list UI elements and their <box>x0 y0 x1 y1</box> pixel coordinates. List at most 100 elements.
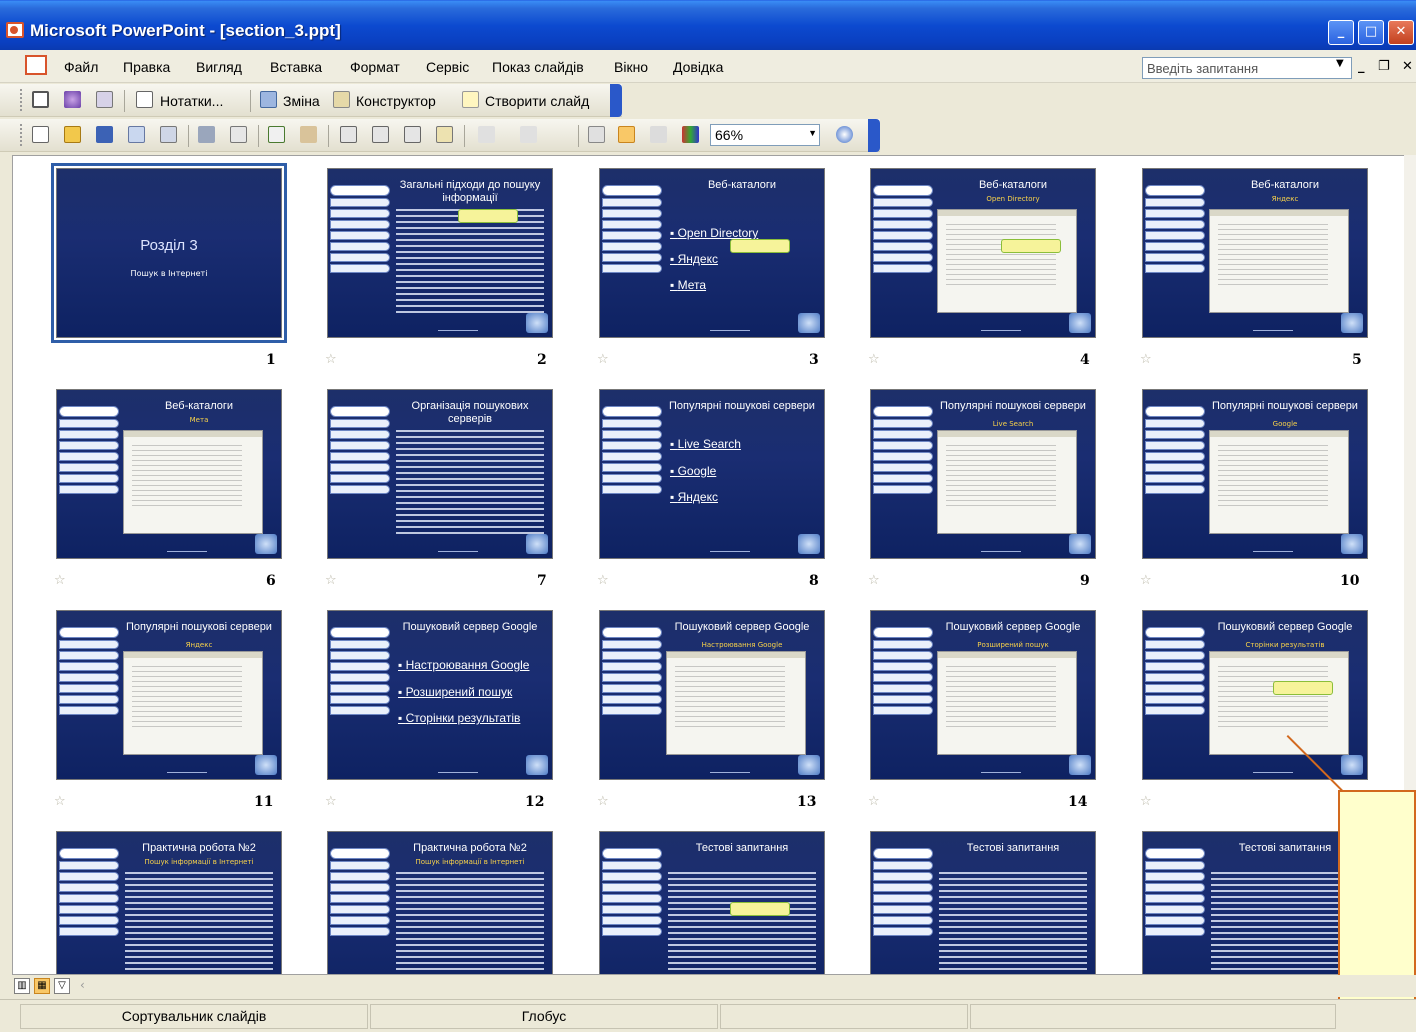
menu-window[interactable]: Вікно <box>614 59 648 75</box>
slide-thumbnail[interactable]: Популярні пошукові сервери Live Search Goo… <box>599 389 825 559</box>
normal-view-button[interactable]: ▥ <box>14 978 30 994</box>
slide-thumbnail[interactable]: Пошуковий сервер Google Настроювання Goog… <box>599 610 825 780</box>
help-dropdown-icon[interactable]: ▼ <box>1336 58 1344 69</box>
notes-icon[interactable] <box>136 91 153 108</box>
notes-button[interactable]: Нотатки... <box>160 93 223 109</box>
toolbar-options-icon[interactable] <box>868 119 880 152</box>
slide-thumbnail[interactable]: Веб-каталоги Open Directory <box>870 168 1096 338</box>
permission-icon[interactable] <box>128 126 145 143</box>
slide-thumbnail[interactable]: Пошуковий сервер Google Розширений пошук <box>870 610 1096 780</box>
help-icon[interactable] <box>836 126 853 143</box>
maximize-button[interactable]: □ <box>1358 20 1384 45</box>
print-icon[interactable] <box>198 126 215 143</box>
slide-thumbnail[interactable]: Тестові запитання <box>870 831 1096 974</box>
open-icon[interactable] <box>64 126 81 143</box>
menu-tools[interactable]: Сервіс <box>426 59 469 75</box>
slide-thumbnail[interactable]: Популярні пошукові сервери Live Search <box>870 389 1096 559</box>
transition-star-icon[interactable]: ☆ <box>868 573 880 588</box>
menu-view[interactable]: Вигляд <box>196 59 242 75</box>
slide-title: Популярні пошукові сервери <box>940 400 1086 412</box>
transition-star-icon[interactable]: ☆ <box>325 573 337 588</box>
show-formatting-icon[interactable] <box>618 126 635 143</box>
slide-sorter[interactable]: Розділ 3 Пошук в Інтернеті 1 Загальні підхо… <box>12 155 1416 975</box>
slide-thumbnail[interactable]: Популярні пошукові сервери Google <box>1142 389 1368 559</box>
transition-star-icon[interactable]: ☆ <box>868 794 880 809</box>
slide-title: Веб-каталоги <box>707 179 777 191</box>
transition-star-icon[interactable]: ☆ <box>1140 352 1152 367</box>
doc-close-button[interactable]: ✕ <box>1402 59 1413 74</box>
toolbar-grip[interactable] <box>20 89 23 111</box>
document-icon[interactable] <box>25 55 47 75</box>
email-icon[interactable] <box>160 126 177 143</box>
computer-icon <box>1069 755 1091 775</box>
transition-star-icon[interactable]: ☆ <box>1140 573 1152 588</box>
print-preview-icon[interactable] <box>230 126 247 143</box>
slide-layout-icon[interactable] <box>96 91 113 108</box>
menu-format[interactable]: Формат <box>350 59 400 75</box>
transition-button[interactable]: Зміна <box>283 93 320 109</box>
save-icon[interactable] <box>96 126 113 143</box>
slide-thumbnail[interactable]: Розділ 3 Пошук в Інтернеті <box>51 163 287 343</box>
slide-thumbnail[interactable]: Загальні підходи до пошуку інформації <box>327 168 553 338</box>
toolbar-grip[interactable] <box>20 124 23 146</box>
minimize-button[interactable]: _ <box>1328 20 1354 45</box>
slide-thumbnail[interactable]: Практична робота №2 Пошук інформації в Ін… <box>56 831 282 974</box>
transition-star-icon[interactable]: ☆ <box>597 352 609 367</box>
new-slide-button[interactable]: Створити слайд <box>485 93 589 109</box>
slide-thumbnail[interactable]: Пошуковий сервер Google Сторінки результа… <box>1142 610 1368 780</box>
color-grayscale-icon[interactable] <box>682 126 699 143</box>
slide-bullet: Мета <box>670 278 818 292</box>
color-scheme-icon[interactable] <box>64 91 81 108</box>
menu-edit[interactable]: Правка <box>123 59 170 75</box>
slide-thumbnail[interactable]: Організація пошукових серверів <box>327 389 553 559</box>
slide-thumbnail[interactable]: Веб-каталоги Яндекс <box>1142 168 1368 338</box>
title-bar[interactable]: Microsoft PowerPoint - [section_3.ppt] _… <box>0 0 1416 50</box>
redo-icon[interactable] <box>520 126 537 143</box>
slide-thumbnail[interactable]: Пошуковий сервер Google Настроювання Goog… <box>327 610 553 780</box>
doc-restore-button[interactable]: ❐ <box>1378 59 1390 74</box>
menu-file[interactable]: Файл <box>64 59 98 75</box>
design-button[interactable]: Конструктор <box>356 93 436 109</box>
spelling-icon[interactable] <box>268 126 285 143</box>
copy-icon[interactable] <box>372 126 389 143</box>
scroll-left-icon[interactable]: ‹ <box>80 978 85 992</box>
normal-view-icon[interactable] <box>32 91 49 108</box>
transition-star-icon[interactable]: ☆ <box>54 794 66 809</box>
undo-icon[interactable] <box>478 126 495 143</box>
transition-star-icon[interactable]: ☆ <box>597 573 609 588</box>
slide-thumbnail[interactable]: Практична робота №2 Пошук інформації в Ін… <box>327 831 553 974</box>
help-search-input[interactable]: Введіть запитання <box>1142 57 1352 79</box>
grid-icon[interactable] <box>650 126 667 143</box>
transition-star-icon[interactable]: ☆ <box>1140 794 1152 809</box>
slide-thumbnail[interactable]: Тестові запитання <box>599 831 825 974</box>
transition-star-icon[interactable]: ☆ <box>868 352 880 367</box>
slide-thumbnail[interactable]: Веб-каталоги Мета <box>56 389 282 559</box>
toolbar-options-icon[interactable] <box>610 84 622 117</box>
zoom-select[interactable]: 66% ▼ <box>710 124 820 146</box>
transition-icon[interactable] <box>260 91 277 108</box>
close-button[interactable]: ✕ <box>1388 20 1414 45</box>
format-painter-icon[interactable] <box>436 126 453 143</box>
transition-star-icon[interactable]: ☆ <box>597 794 609 809</box>
new-icon[interactable] <box>32 126 49 143</box>
transition-star-icon[interactable]: ☆ <box>54 573 66 588</box>
new-slide-icon[interactable] <box>462 91 479 108</box>
slide-sorter-view-button[interactable]: ▦ <box>34 978 50 994</box>
powerpoint-app-icon[interactable] <box>6 22 24 38</box>
menu-slide-show[interactable]: Показ слайдів <box>492 59 584 75</box>
menu-insert[interactable]: Вставка <box>270 59 322 75</box>
expand-all-icon[interactable] <box>588 126 605 143</box>
research-icon[interactable] <box>300 126 317 143</box>
slide-thumbnail[interactable]: Популярні пошукові сервери Яндекс <box>56 610 282 780</box>
transition-star-icon[interactable]: ☆ <box>325 352 337 367</box>
slide-thumbnail[interactable]: Веб-каталоги Open Directory Яндекс Мета <box>599 168 825 338</box>
slide-thumbnail[interactable]: Тестові запитання <box>1142 831 1368 974</box>
design-icon[interactable] <box>333 91 350 108</box>
paste-icon[interactable] <box>404 126 421 143</box>
transition-star-icon[interactable]: ☆ <box>325 794 337 809</box>
doc-minimize-button[interactable]: _ <box>1358 59 1365 74</box>
menu-help[interactable]: Довідка <box>673 59 723 75</box>
cut-icon[interactable] <box>340 126 357 143</box>
slide-show-button[interactable]: ▽ <box>54 978 70 994</box>
zoom-dropdown-icon[interactable]: ▼ <box>808 128 817 138</box>
